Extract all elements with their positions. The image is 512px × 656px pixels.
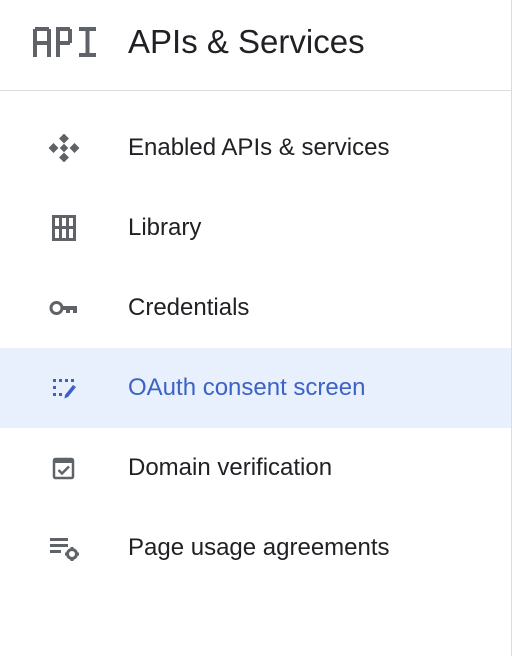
- list-settings-icon: [48, 534, 80, 562]
- nav-item-page-usage-agreements[interactable]: Page usage agreements: [0, 508, 511, 588]
- api-logo-icon: [33, 27, 96, 57]
- nav-item-oauth-consent[interactable]: OAuth consent screen: [0, 348, 511, 428]
- page-title: APIs & Services: [128, 23, 365, 60]
- sidebar-nav: APIs & Services Enabled APIs & services: [0, 0, 512, 656]
- nav-item-library[interactable]: Library: [0, 188, 511, 268]
- nav-item-label: Page usage agreements: [128, 534, 390, 561]
- key-icon: [48, 294, 80, 322]
- enabled-apis-icon: [48, 134, 80, 162]
- nav-item-label: Domain verification: [128, 454, 333, 481]
- nav-item-label: Library: [128, 214, 202, 241]
- nav-list: Enabled APIs & services Library Credenti…: [0, 108, 511, 588]
- nav-item-label: Credentials: [128, 294, 250, 321]
- library-icon: [48, 214, 80, 242]
- oauth-consent-icon: [48, 374, 80, 402]
- nav-item-credentials[interactable]: Credentials: [0, 268, 511, 348]
- nav-item-enabled-apis[interactable]: Enabled APIs & services: [0, 108, 511, 188]
- nav-item-domain-verification[interactable]: Domain verification: [0, 428, 511, 508]
- nav-item-label: OAuth consent screen: [128, 374, 366, 401]
- nav-item-label: Enabled APIs & services: [128, 134, 390, 161]
- sidebar-header: APIs & Services: [0, 0, 512, 91]
- checkbox-icon: [48, 454, 80, 482]
